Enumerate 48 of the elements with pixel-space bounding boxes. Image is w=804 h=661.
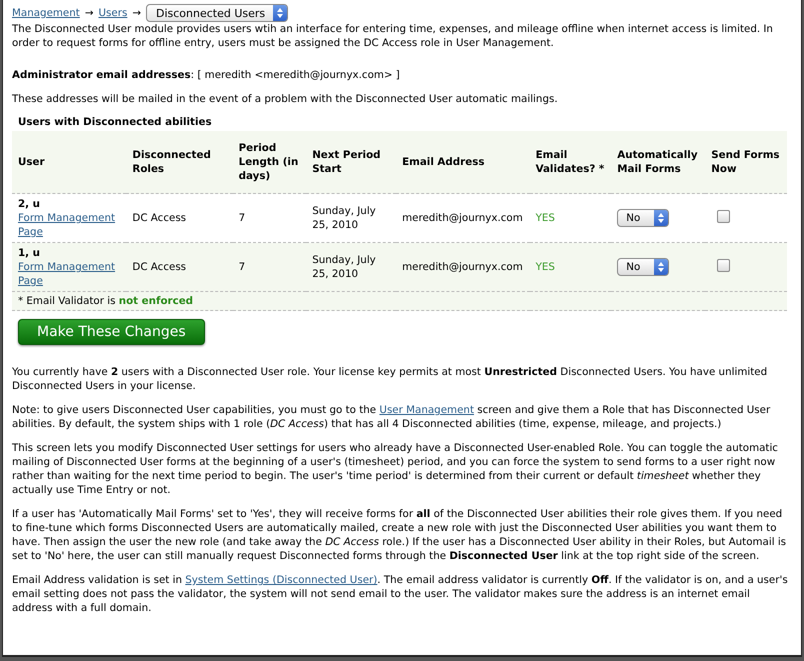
admin-note-text: These addresses will be mailed in the event of a problem with the Disconnected User automatic mailings. xyxy=(12,92,559,106)
admin-email-value: : [ meredith <meredith@journyx.com> ] xyxy=(190,69,400,81)
help-link[interactable]: System Settings (Disconnected User) xyxy=(185,574,378,586)
column-header: Period Length (in days) xyxy=(232,131,306,194)
column-header: Automatically Mail Forms xyxy=(611,131,706,194)
breadcrumb-separator: → xyxy=(84,7,94,19)
intro-text: The Disconnected User module provides users wtih an interface for entering time, expenses, and mileage offline when internet access is limited. In order to request forms for offline entry, users must be assigned the DC Access role in User Management. xyxy=(12,22,774,50)
help-link[interactable]: User Management xyxy=(379,404,474,416)
send-now-checkbox[interactable] xyxy=(717,210,730,222)
table-cell: meredith@journyx.com xyxy=(396,242,530,292)
user-name: 2, u xyxy=(18,197,41,211)
breadcrumb-link[interactable]: Users xyxy=(98,7,128,19)
select-arrows-icon xyxy=(657,261,666,273)
help-paragraph: If a user has 'Automatically Mail Forms' set to 'Yes', they will receive forms for all of the Disconnected User abilities their role gives them. If you need to fine-tune which forms Disconnected Users are automatically mailed, create a new role with just the Disconnected User abilities you want them to have. Then assign the user the new role (and take away the DC Access role.) If the user has a Disconnected User ability in their Roles, but Automail is set to 'No' here, the user can still manually request Disconnected forms through the Disconnected User link at the top right side of the screen. xyxy=(12,507,788,563)
auto-mail-select[interactable]: No xyxy=(617,209,670,227)
breadcrumb-separator: → xyxy=(132,7,141,19)
table-cell: meredith@journyx.com xyxy=(396,194,530,242)
form-management-link[interactable]: Form Management Page xyxy=(18,211,122,239)
form-management-link[interactable]: Form Management Page xyxy=(18,260,122,288)
help-paragraph: Email Address validation is set in System Settings (Disconnected User). The email address validator is currently Off. If the validator is on, and a user's email setting does not pass the validator, the system will not send email to the user. The validator makes sure the address is an internet email address with a full domain. xyxy=(12,573,789,615)
help-paragraph: Note: to give users Disconnected User capabilities, you must go to the User Management screen and give them a Role that has Disconnected User abilities. By default, the system ships with 1 role (DC Access) that has all 4 Disconnected abilities (time, expense, mileage, and projects.) xyxy=(12,403,772,431)
table-cell: 7 xyxy=(232,194,306,242)
table-title: Users with Disconnected abilities xyxy=(18,116,213,128)
breadcrumb-link[interactable]: Management xyxy=(12,7,80,19)
table-cell: 7 xyxy=(232,242,306,292)
table-cell: YES xyxy=(530,242,612,292)
column-header: Next Period Start xyxy=(306,131,396,194)
table-cell: DC Access xyxy=(126,242,233,292)
select-arrows-icon xyxy=(657,212,666,224)
send-now-checkbox[interactable] xyxy=(717,258,730,272)
validator-footnote: * Email Validator is not enforced xyxy=(18,295,194,307)
table-cell: YES xyxy=(530,194,612,242)
table-cell: DC Access xyxy=(126,194,233,242)
column-header: Send Forms Now xyxy=(705,131,787,194)
table-cell: Sunday, July 25, 2010 xyxy=(306,242,396,292)
column-header: Email Validates? * xyxy=(530,131,612,194)
column-header: Disconnected Roles xyxy=(126,131,233,194)
column-header: Email Address xyxy=(396,131,530,194)
column-header: User xyxy=(12,131,126,194)
page-select[interactable]: Disconnected Users xyxy=(146,4,288,22)
auto-mail-select[interactable]: No xyxy=(617,258,670,276)
admin-email-label: Administrator email addresses xyxy=(12,69,191,81)
select-arrows-icon xyxy=(276,7,284,19)
help-paragraph: This screen lets you modify Disconnected User settings for users who already have a Disconnected User-enabled Role. You can toggle the automatic mailing of Disconnected User forms at the beginning of a user's (timesheet) period, and you can force the system to send forms to a user right now rather than waiting for the next time period to begin. The user's 'time period' is determined from their current or default timesheet whether they actually use Time Entry or not. xyxy=(12,441,779,497)
help-paragraph: You currently have 2 users with a Disconnected User role. Your license key permits at most Unrestricted Disconnected Users. You have unlimited Disconnected Users in your license. xyxy=(12,365,768,393)
user-name: 1, u xyxy=(18,246,41,260)
make-changes-button[interactable]: Make These Changes xyxy=(18,319,205,345)
table-cell: Sunday, July 25, 2010 xyxy=(306,194,396,242)
